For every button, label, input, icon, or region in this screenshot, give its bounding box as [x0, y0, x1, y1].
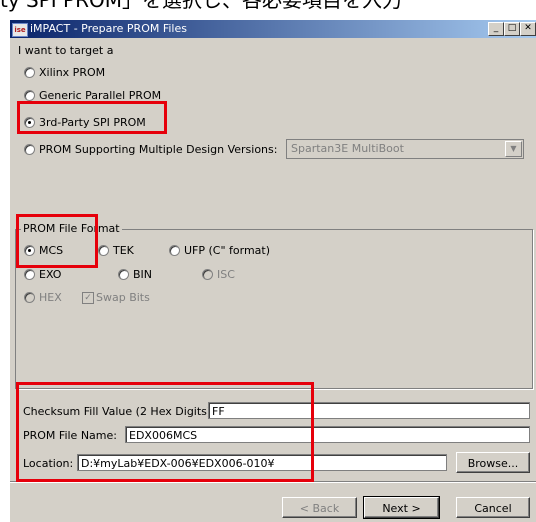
radio-multiple-design-versions[interactable]: PROM Supporting Multiple Design Versions…	[24, 143, 277, 156]
radio-format-hex[interactable]: HEX	[24, 291, 62, 304]
checkbox-label: Swap Bits	[96, 291, 150, 304]
radio-dot	[24, 67, 35, 78]
swap-bits-checkbox[interactable]: ✓ Swap Bits	[82, 291, 150, 304]
radio-dot	[24, 144, 35, 155]
radio-label: Xilinx PROM	[39, 66, 106, 79]
radio-label: EXO	[39, 268, 62, 281]
highlight-format-mcs	[16, 214, 98, 268]
next-button[interactable]: Next >	[363, 496, 440, 519]
radio-dot	[24, 292, 35, 303]
multiboot-select[interactable]: Spartan3E MultiBoot ▼	[286, 139, 524, 159]
radio-format-tek[interactable]: TEK	[98, 244, 134, 257]
radio-dot	[24, 269, 35, 280]
radio-dot	[118, 269, 129, 280]
title-bar: ise iMPACT - Prepare PROM Files _ □ ✕	[10, 20, 536, 38]
highlight-3rd-party-spi	[17, 101, 167, 134]
radio-label: TEK	[113, 244, 134, 257]
target-heading: I want to target a	[18, 44, 114, 57]
radio-dot	[98, 245, 109, 256]
caption-text: ty SPI PROM」を選択し、各必要項目を入力	[0, 0, 403, 12]
radio-label: PROM Supporting Multiple Design Versions…	[39, 143, 278, 156]
checkmark-icon: ✓	[82, 292, 94, 304]
highlight-fields	[16, 382, 314, 482]
radio-format-isc[interactable]: ISC	[202, 268, 235, 281]
maximize-button[interactable]: □	[504, 22, 520, 36]
radio-label: UFP (C" format)	[184, 244, 271, 257]
radio-dot	[169, 245, 180, 256]
multiboot-select-value: Spartan3E MultiBoot	[291, 142, 404, 155]
radio-label: ISC	[217, 268, 235, 281]
cancel-button[interactable]: Cancel	[456, 497, 530, 518]
minimize-button[interactable]: _	[488, 22, 504, 36]
radio-dot	[24, 90, 35, 101]
browse-button[interactable]: Browse...	[456, 452, 530, 473]
app-icon: ise	[12, 23, 28, 37]
radio-label: HEX	[39, 291, 62, 304]
radio-format-ufp[interactable]: UFP (C" format)	[169, 244, 270, 257]
radio-format-bin[interactable]: BIN	[118, 268, 152, 281]
radio-label: BIN	[133, 268, 153, 281]
radio-xilinx-prom[interactable]: Xilinx PROM	[24, 66, 105, 79]
radio-format-exo[interactable]: EXO	[24, 268, 61, 281]
radio-dot	[202, 269, 213, 280]
chevron-down-icon[interactable]: ▼	[505, 141, 522, 157]
close-button[interactable]: ✕	[520, 22, 536, 36]
back-button[interactable]: < Back	[282, 497, 357, 518]
window-title: iMPACT - Prepare PROM Files	[30, 22, 187, 35]
